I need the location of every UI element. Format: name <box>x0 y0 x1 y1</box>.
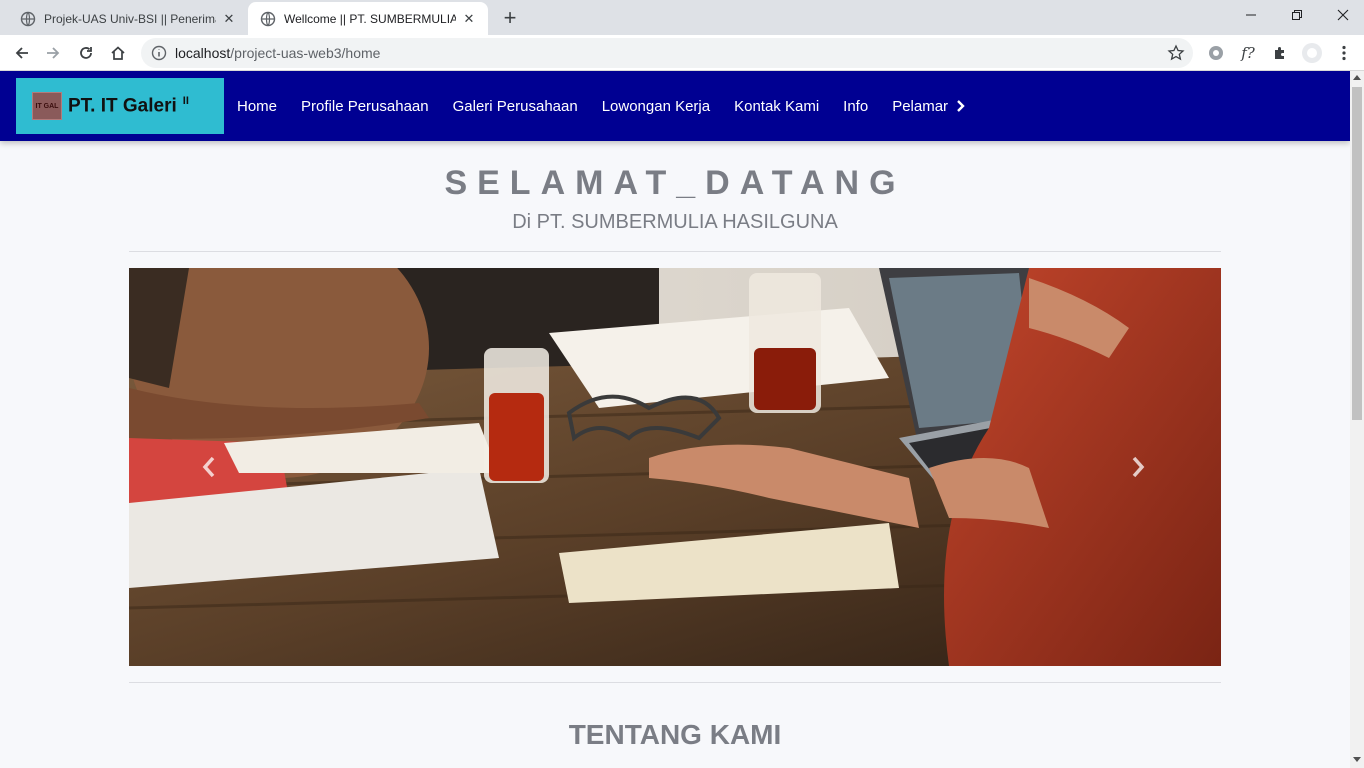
menu-dots-icon[interactable] <box>1333 42 1355 64</box>
chevron-right-icon <box>957 100 965 112</box>
section-title-about: TENTANG KAMI <box>568 719 782 750</box>
home-icon <box>111 46 125 60</box>
nav-kontak-kami[interactable]: Kontak Kami <box>734 98 819 115</box>
formula-icon[interactable]: f? <box>1237 42 1259 64</box>
browser-tabstrip: Projek-UAS Univ-BSI || Penerimaan ✕ Well… <box>0 0 1364 35</box>
image-carousel[interactable] <box>129 268 1221 666</box>
divider <box>129 251 1221 252</box>
new-tab-button[interactable]: + <box>498 5 522 30</box>
url-host: localhost <box>175 45 231 61</box>
hero-subtitle: Di PT. SUMBERMULIA HASILGUNA <box>512 211 838 233</box>
close-window-button[interactable] <box>1320 0 1364 30</box>
arrow-left-icon <box>15 47 28 59</box>
scrollbar-thumb[interactable] <box>1352 87 1362 420</box>
chevron-right-icon <box>1132 456 1145 478</box>
minimize-icon <box>1246 14 1256 16</box>
page-scrollbar[interactable] <box>1350 71 1364 768</box>
home-button[interactable] <box>105 40 131 66</box>
minimize-button[interactable] <box>1228 0 1274 30</box>
reload-button[interactable] <box>73 40 99 66</box>
tab-close-icon[interactable]: ✕ <box>460 10 478 28</box>
nav-pelamar[interactable]: Pelamar <box>892 98 966 115</box>
scroll-down-icon[interactable] <box>1353 757 1361 762</box>
brand-sup: II <box>182 94 189 107</box>
divider <box>129 682 1221 683</box>
address-bar[interactable]: localhost/project-uas-web3/home <box>141 38 1193 68</box>
globe-icon <box>20 11 36 27</box>
browser-tab-inactive[interactable]: Projek-UAS Univ-BSI || Penerimaan ✕ <box>8 2 248 35</box>
back-button[interactable] <box>9 40 35 66</box>
brand-name-text: PT. IT Galeri <box>68 95 177 117</box>
nav-home[interactable]: Home <box>237 98 277 115</box>
nav-info[interactable]: Info <box>843 98 868 115</box>
brand-name: PT. IT Galeri II <box>68 95 189 117</box>
close-icon <box>1337 9 1349 21</box>
scroll-up-icon[interactable] <box>1353 75 1361 80</box>
carousel-next-button[interactable] <box>1126 453 1150 481</box>
nav-lowongan-kerja[interactable]: Lowongan Kerja <box>602 98 710 115</box>
reload-icon <box>80 47 92 59</box>
nav-galeri-perusahaan[interactable]: Galeri Perusahaan <box>453 98 578 115</box>
chevron-left-icon <box>202 456 215 478</box>
site-navbar: IT GAL PT. IT Galeri II Home Profile Peru… <box>0 71 1350 141</box>
browser-toolbar: localhost/project-uas-web3/home f? <box>0 35 1364 71</box>
carousel-photo <box>129 268 1221 666</box>
restore-icon <box>1292 10 1302 20</box>
url-path: /project-uas-web3/home <box>230 45 381 61</box>
arrow-right-icon <box>47 47 60 59</box>
page-viewport: IT GAL PT. IT Galeri II Home Profile Peru… <box>0 71 1350 768</box>
tab-close-icon[interactable]: ✕ <box>220 10 238 28</box>
logo-text: IT GAL <box>35 102 59 110</box>
puzzle-icon[interactable] <box>1269 42 1291 64</box>
tab-title: Wellcome || PT. SUMBERMULIA HASILGUNA <box>284 11 456 26</box>
hero-title: SELAMAT_DATANG <box>444 164 906 202</box>
info-icon <box>151 45 167 61</box>
company-logo: IT GAL <box>32 92 62 120</box>
restore-button[interactable] <box>1274 0 1320 30</box>
nav-profile-perusahaan[interactable]: Profile Perusahaan <box>301 98 429 115</box>
profile-icon[interactable] <box>1301 42 1323 64</box>
url-text: localhost/project-uas-web3/home <box>175 45 380 61</box>
browser-tab-active[interactable]: Wellcome || PT. SUMBERMULIA HASILGUNA ✕ <box>248 2 488 35</box>
carousel-prev-button[interactable] <box>197 453 221 481</box>
settings-gear-icon[interactable] <box>1205 42 1227 64</box>
bookmark-star-icon[interactable] <box>1167 44 1185 62</box>
tab-title: Projek-UAS Univ-BSI || Penerimaan <box>44 11 216 26</box>
globe-icon <box>260 11 276 27</box>
site-brand[interactable]: IT GAL PT. IT Galeri II <box>16 78 224 134</box>
main-menu: Home Profile Perusahaan Galeri Perusahaa… <box>237 71 990 141</box>
forward-button[interactable] <box>40 40 66 66</box>
nav-pelamar-label: Pelamar <box>892 97 949 115</box>
